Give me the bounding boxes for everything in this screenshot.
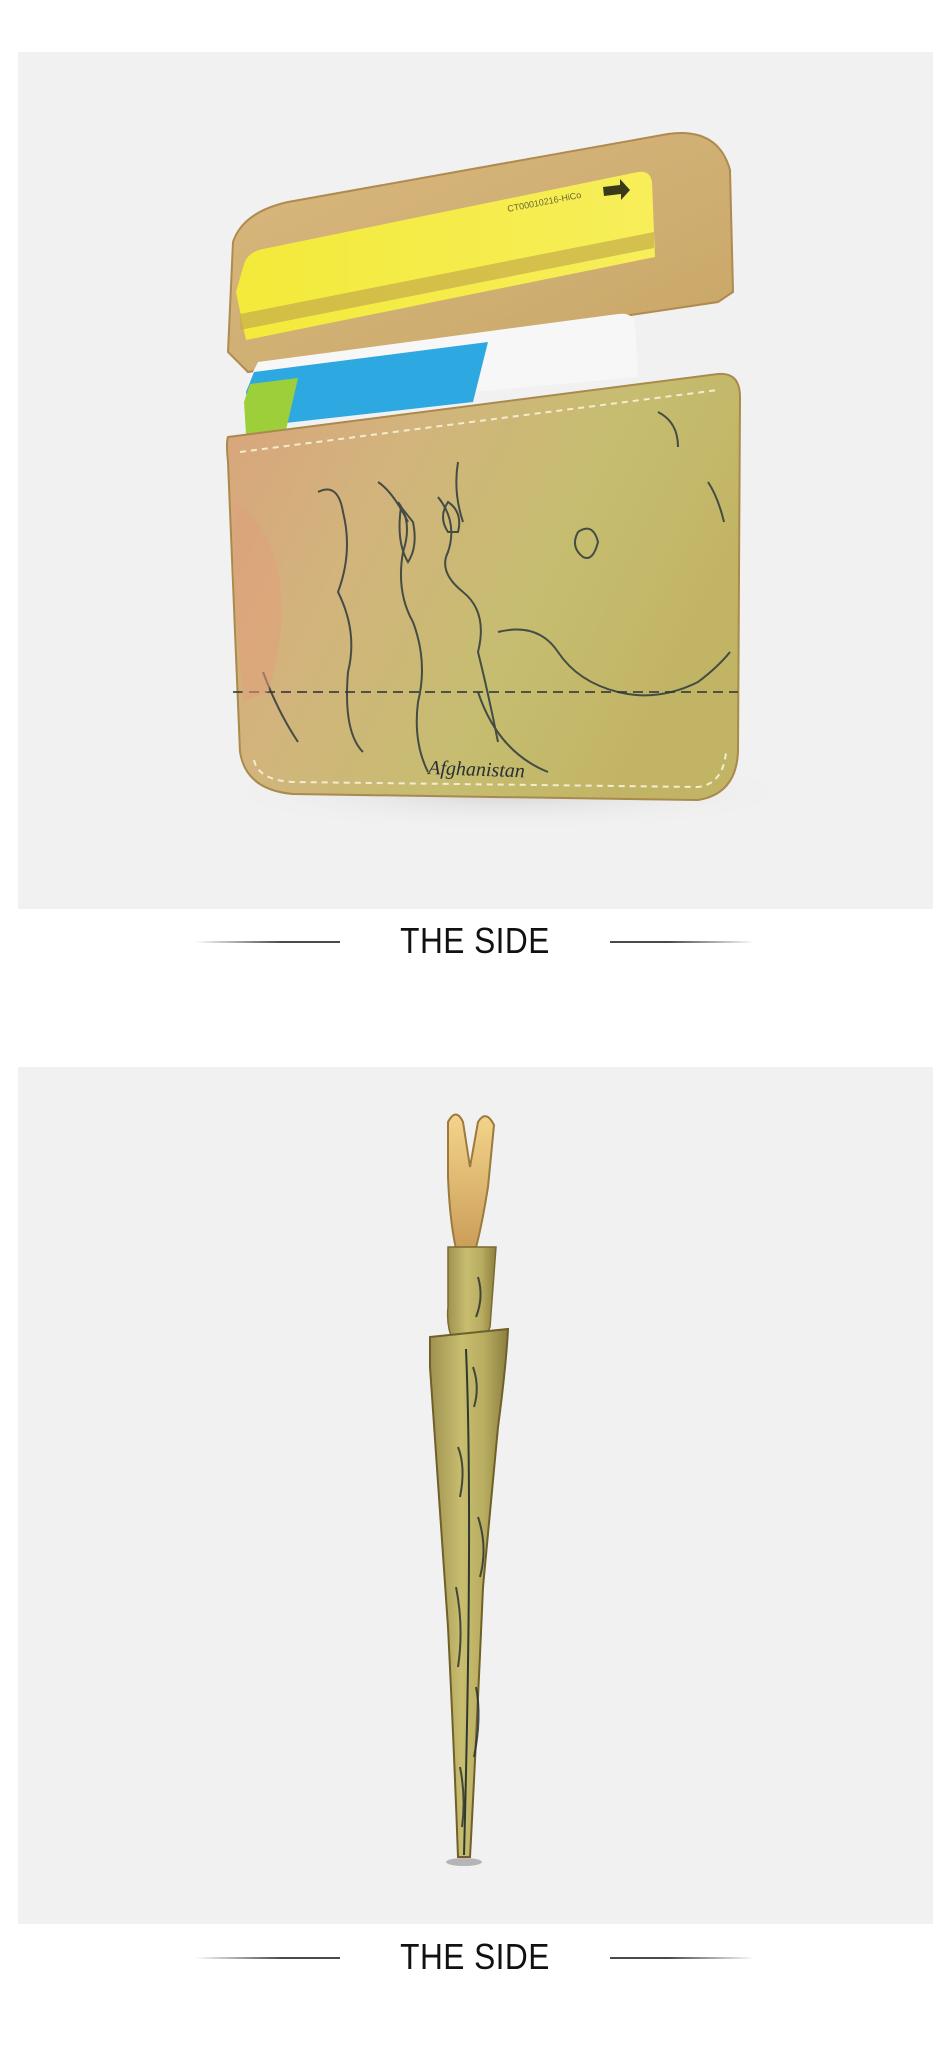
card-holder-profile-illustration: [429, 1113, 510, 1866]
caption-divider-right: [610, 1957, 755, 1959]
product-photo-card-holder-front: CT00010216-HiCo Afghanistan: [18, 52, 933, 909]
green-card-corner: [244, 378, 298, 434]
map-label: Afghanistan: [426, 757, 525, 782]
caption-divider-right: [610, 941, 755, 943]
section-title: THE SIDE: [400, 1936, 550, 1977]
card-holder-front-illustration: CT00010216-HiCo Afghanistan: [208, 132, 808, 832]
section-caption-1: THE SIDE: [0, 912, 950, 972]
card-holder-front-panel: [226, 372, 742, 802]
section-caption-2: THE SIDE: [0, 1928, 950, 1988]
section-title: THE SIDE: [400, 920, 550, 961]
product-photo-card-holder-profile: [18, 1067, 933, 1924]
profile-top-tips: [447, 1113, 496, 1258]
profile-floor-shadow: [446, 1858, 482, 1866]
